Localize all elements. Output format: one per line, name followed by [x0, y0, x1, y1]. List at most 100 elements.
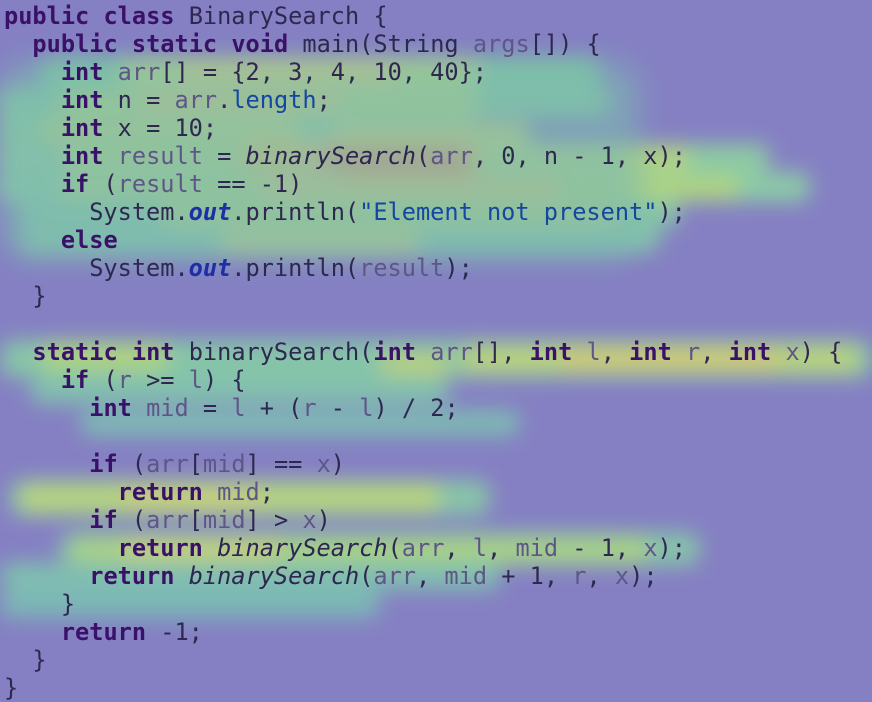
code-token: ,: [416, 562, 445, 590]
code-token: mid: [515, 534, 559, 562]
code-token: x: [316, 450, 331, 478]
code-token: r: [572, 562, 587, 590]
code-token: int: [89, 394, 132, 422]
code-token: []) {: [529, 30, 601, 58]
code-line: }: [4, 282, 842, 310]
code-token: );: [657, 534, 686, 562]
code-line: }: [4, 646, 842, 674]
code-token: }: [4, 282, 47, 310]
code-token: x = 10;: [103, 114, 218, 142]
code-token: l: [359, 394, 374, 422]
code-line: int n = arr.length;: [4, 86, 842, 114]
code-token: -1;: [146, 618, 203, 646]
code-token: );: [444, 254, 473, 282]
code-token: if: [89, 506, 118, 534]
code-token: binarySearch: [217, 534, 388, 562]
code-token: int: [60, 86, 104, 114]
code-token: arr: [430, 338, 473, 366]
code-token: arr: [146, 450, 189, 478]
code-line: System.out.println(result);: [4, 254, 842, 282]
code-token: .: [217, 86, 232, 114]
code-token: public: [4, 2, 90, 30]
code-token: arr: [146, 506, 189, 534]
code-line: if (arr[mid] == x): [4, 450, 842, 478]
code-token: mid: [202, 450, 246, 478]
code-token: -: [316, 394, 360, 422]
code-token: arr: [373, 562, 416, 590]
code-token: l: [188, 366, 203, 394]
code-token: l: [586, 338, 601, 366]
code-line: }: [4, 674, 842, 702]
code-token: r: [302, 394, 317, 422]
code-block: public class BinarySearch { public stati…: [4, 2, 842, 702]
code-token: arr: [430, 142, 473, 170]
code-token: + (: [245, 394, 303, 422]
code-token: ;: [316, 86, 331, 114]
code-token: length: [231, 86, 317, 114]
code-token: x: [785, 338, 800, 366]
code-token: >=: [131, 366, 189, 394]
code-token: int: [131, 338, 175, 366]
code-token: if: [60, 170, 90, 198]
code-token: BinarySearch {: [174, 2, 388, 30]
code-token: }: [4, 674, 19, 702]
code-token: binarySearch: [188, 562, 360, 590]
code-token: , 0, n - 1, x);: [472, 142, 686, 170]
code-token: - 1,: [558, 534, 644, 562]
code-line: return binarySearch(arr, l, mid - 1, x);: [4, 534, 842, 562]
code-token: ] ==: [245, 450, 317, 478]
code-token: =: [202, 142, 246, 170]
code-token: x: [614, 562, 630, 590]
code-line: return mid;: [4, 478, 842, 506]
code-token: (: [117, 506, 147, 534]
code-line: if (result == -1): [4, 170, 842, 198]
code-token: int: [529, 338, 573, 366]
code-token: }: [4, 646, 47, 674]
code-token: int: [728, 338, 772, 366]
code-token: int: [60, 58, 104, 86]
code-token: mid: [444, 562, 488, 590]
code-token: class: [103, 2, 175, 30]
code-token: mid: [217, 478, 260, 506]
code-token: arr: [401, 534, 445, 562]
code-token: .println(: [231, 198, 360, 226]
code-token: mid: [146, 394, 189, 422]
code-token: return: [89, 562, 175, 590]
code-token: l: [231, 394, 246, 422]
code-token: [: [188, 506, 203, 534]
code-token: [: [188, 450, 203, 478]
code-token: ) / 2;: [373, 394, 459, 422]
code-line: int arr[] = {2, 3, 4, 10, 40};: [4, 58, 842, 86]
code-token: ,: [600, 338, 630, 366]
code-token: mid: [202, 506, 246, 534]
code-token: out: [188, 254, 232, 282]
code-token: result: [359, 254, 445, 282]
code-token: return: [117, 478, 203, 506]
code-token: result: [117, 170, 203, 198]
code-line: if (r >= l) {: [4, 366, 842, 394]
code-token: ,: [487, 534, 516, 562]
code-token: static: [131, 30, 218, 58]
code-token: else: [60, 226, 118, 254]
code-token: x: [643, 534, 658, 562]
code-token: (: [89, 170, 118, 198]
code-token: [],: [472, 338, 530, 366]
code-token: (: [416, 142, 431, 170]
code-token: static: [32, 338, 118, 366]
